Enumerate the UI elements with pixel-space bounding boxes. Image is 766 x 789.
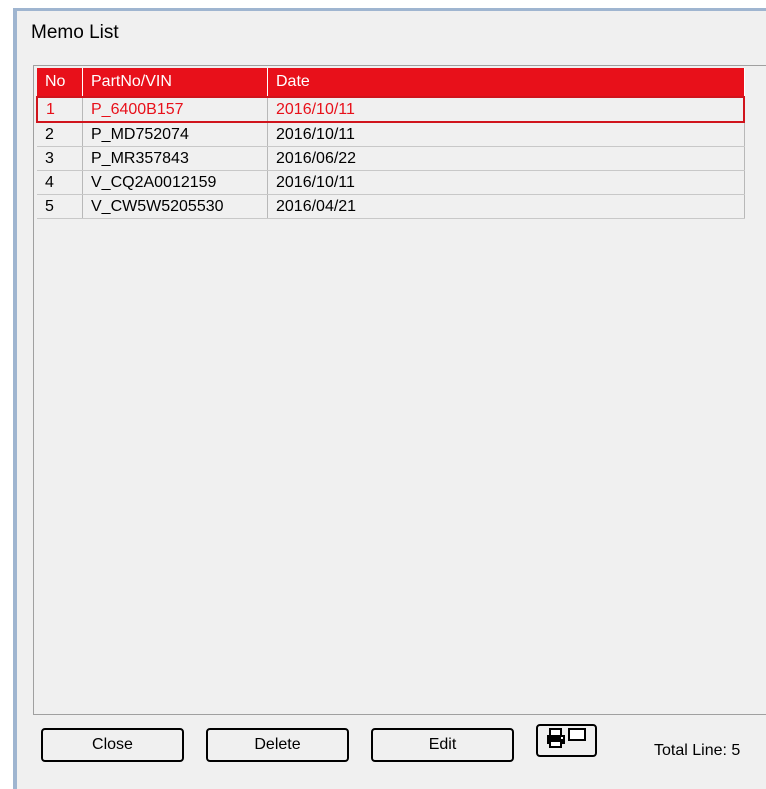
column-header-partno-vin[interactable]: PartNo/VIN bbox=[82, 68, 268, 97]
cell-partno-vin: P_MR357843 bbox=[82, 146, 268, 171]
close-button[interactable]: Close bbox=[41, 728, 184, 762]
table-row[interactable]: 2 P_MD752074 2016/10/11 bbox=[37, 122, 745, 147]
cell-date: 2016/10/11 bbox=[267, 170, 745, 195]
total-line-label: Total Line: 5 bbox=[654, 742, 741, 759]
cell-no: 4 bbox=[37, 170, 83, 195]
cell-no: 2 bbox=[37, 122, 83, 147]
table-row[interactable]: 4 V_CQ2A0012159 2016/10/11 bbox=[37, 170, 745, 195]
memo-list-window: Memo List No PartNo/VIN Date 1 P_6400B15… bbox=[13, 8, 766, 789]
table-row[interactable]: 3 P_MR357843 2016/06/22 bbox=[37, 146, 745, 171]
cell-date: 2016/04/21 bbox=[267, 194, 745, 219]
table-header-row: No PartNo/VIN Date bbox=[37, 68, 745, 97]
memo-table: No PartNo/VIN Date 1 P_6400B157 2016/10/… bbox=[36, 68, 745, 219]
print-button[interactable] bbox=[536, 724, 597, 757]
column-header-date[interactable]: Date bbox=[267, 68, 745, 97]
cell-no: 3 bbox=[37, 146, 83, 171]
column-header-no[interactable]: No bbox=[37, 68, 83, 97]
table-row[interactable]: 1 P_6400B157 2016/10/11 bbox=[36, 96, 745, 123]
cell-partno-vin: V_CW5W5205530 bbox=[82, 194, 268, 219]
edit-button[interactable]: Edit bbox=[371, 728, 514, 762]
printer-icon bbox=[545, 726, 589, 755]
cell-no: 5 bbox=[37, 194, 83, 219]
window-title: Memo List bbox=[31, 22, 119, 43]
cell-date: 2016/10/11 bbox=[267, 122, 745, 147]
cell-partno-vin: V_CQ2A0012159 bbox=[82, 170, 268, 195]
memo-list-panel[interactable]: No PartNo/VIN Date 1 P_6400B157 2016/10/… bbox=[33, 65, 766, 715]
delete-button[interactable]: Delete bbox=[206, 728, 349, 762]
cell-partno-vin: P_MD752074 bbox=[82, 122, 268, 147]
cell-date: 2016/10/11 bbox=[267, 96, 745, 123]
cell-partno-vin: P_6400B157 bbox=[82, 96, 268, 123]
table-row[interactable]: 5 V_CW5W5205530 2016/04/21 bbox=[37, 194, 745, 219]
cell-no: 1 bbox=[36, 96, 83, 123]
cell-date: 2016/06/22 bbox=[267, 146, 745, 171]
